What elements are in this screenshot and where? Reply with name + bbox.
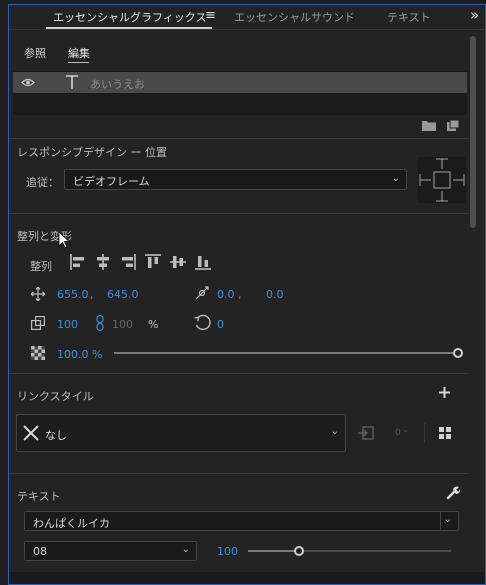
font-style-value: 08 xyxy=(33,545,47,558)
link-style-value: なし xyxy=(45,429,67,442)
opacity-slider[interactable] xyxy=(114,348,463,358)
text-section-title: テキスト xyxy=(17,490,61,503)
scale-height-value: 100 xyxy=(112,318,133,331)
align-right-icon[interactable] xyxy=(120,254,136,270)
font-size-slider[interactable] xyxy=(248,546,451,556)
link-style-title: リンクスタイル xyxy=(17,390,94,403)
scale-width-value[interactable]: 100 xyxy=(57,318,78,331)
opacity-slider-fill xyxy=(114,352,458,354)
panel-menu-icon[interactable]: ≡ xyxy=(205,8,216,23)
subtab-browse[interactable]: 参照 xyxy=(24,45,46,61)
rotation-icon xyxy=(194,314,211,331)
font-size-slider-handle[interactable] xyxy=(294,546,304,556)
style-count-chevron-icon[interactable]: ⌄ xyxy=(402,425,410,435)
opacity-slider-handle[interactable] xyxy=(453,348,463,358)
align-bottom-icon[interactable] xyxy=(195,254,211,270)
follow-dropdown-value: ビデオフレーム xyxy=(73,175,150,188)
align-center-horizontal-icon[interactable] xyxy=(95,254,111,270)
tab-essential-graphics[interactable]: エッセンシャルグラフィックス xyxy=(53,9,206,25)
scale-unit: % xyxy=(148,318,159,331)
none-cross-icon xyxy=(23,425,39,441)
follow-dropdown[interactable]: ビデオフレーム ⌄ xyxy=(64,169,407,190)
font-size-slider-fill xyxy=(248,550,299,552)
style-count-value: 0 xyxy=(395,428,401,438)
font-dropdown[interactable]: わんぱくルイカ ⌄ xyxy=(24,511,459,531)
tab-essential-sound[interactable]: エッセンシャルサウンド xyxy=(234,9,355,25)
bottom-strip xyxy=(9,572,485,584)
push-style-icon[interactable] xyxy=(358,426,374,440)
pin-widget[interactable] xyxy=(418,157,466,203)
opacity-value[interactable]: 100.0 % xyxy=(57,348,102,361)
font-size-value[interactable]: 100 xyxy=(217,545,238,558)
link-style-dropdown[interactable]: なし ⌄ xyxy=(16,414,346,452)
follow-label: 追従： xyxy=(26,176,59,189)
grid-view-icon[interactable] xyxy=(439,427,451,439)
wrench-icon[interactable] xyxy=(446,485,461,500)
style-toolbar-divider xyxy=(424,423,425,443)
font-dropdown-value: わんぱくルイカ xyxy=(33,517,110,530)
subtab-edit-underline xyxy=(68,62,89,63)
chevron-down-icon: ⌄ xyxy=(391,173,400,184)
new-layer-icon[interactable] xyxy=(447,120,459,131)
subtab-edit[interactable]: 編集 xyxy=(68,45,90,61)
position-separator: , xyxy=(90,288,94,301)
chevron-down-icon: ⌄ xyxy=(330,426,339,437)
font-dropdown-divider xyxy=(440,512,441,530)
scrollbar-thumb[interactable] xyxy=(470,36,476,228)
section-divider-align xyxy=(9,373,468,374)
scrollbar-track[interactable] xyxy=(468,34,478,582)
tab-bar: エッセンシャルグラフィックス ≡ エッセンシャルサウンド テキスト » xyxy=(9,5,485,29)
responsive-title: レスポンシブデザイン ー 位置 xyxy=(17,146,167,159)
eye-icon[interactable] xyxy=(21,78,35,87)
pin-to-edges-icon xyxy=(419,158,465,202)
tab-text[interactable]: テキスト xyxy=(387,9,431,25)
tab-bar-divider xyxy=(9,29,485,30)
font-style-dropdown[interactable]: 08 ⌄ xyxy=(24,541,197,561)
layer-row[interactable]: あいうえお xyxy=(13,72,467,93)
align-center-vertical-icon[interactable] xyxy=(170,254,186,270)
chevron-down-icon: ⌄ xyxy=(181,544,190,555)
link-chain-icon[interactable] xyxy=(96,315,104,331)
anchor-x-value[interactable]: 0.0 xyxy=(217,288,235,301)
position-x-value[interactable]: 655.0 xyxy=(57,288,89,301)
position-icon xyxy=(31,287,45,301)
opacity-icon xyxy=(31,346,45,360)
align-top-icon[interactable] xyxy=(145,254,161,270)
section-divider-responsive xyxy=(9,213,468,214)
anchor-separator: , xyxy=(238,288,242,301)
section-divider-link-style xyxy=(9,473,468,474)
layer-name: あいうえお xyxy=(90,78,145,91)
new-group-icon[interactable] xyxy=(422,120,436,131)
add-style-icon[interactable] xyxy=(439,387,450,398)
position-y-value[interactable]: 645.0 xyxy=(107,288,139,301)
align-label: 整列 xyxy=(30,260,52,273)
anchor-y-value[interactable]: 0.0 xyxy=(266,288,284,301)
mouse-cursor-icon xyxy=(58,231,70,249)
section-divider-layers xyxy=(9,138,468,139)
anchor-point-icon xyxy=(195,286,209,300)
rotation-value[interactable]: 0 xyxy=(217,318,224,331)
overflow-icon[interactable]: » xyxy=(470,6,479,24)
text-layer-icon xyxy=(66,75,78,89)
scale-icon xyxy=(31,316,45,330)
chevron-down-icon: ⌄ xyxy=(443,514,452,525)
align-left-icon[interactable] xyxy=(70,254,86,270)
